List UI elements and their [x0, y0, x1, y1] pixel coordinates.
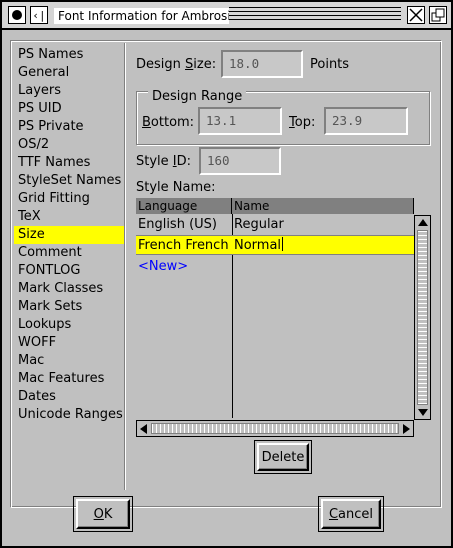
sidebar-item-tex[interactable]: TeX	[14, 208, 126, 226]
sidebar-item-ps-private[interactable]: PS Private	[14, 118, 126, 136]
section-list: PS Names General Layers PS UID PS Private OS/…	[14, 46, 126, 424]
style-id-label-text: Style	[136, 154, 173, 169]
sidebar-item-ps-uid[interactable]: PS UID	[14, 100, 126, 118]
row-name-editor[interactable]: Normal	[234, 236, 412, 256]
ok-mnemonic: O	[93, 506, 104, 522]
sidebar-item-mark-sets[interactable]: Mark Sets	[14, 298, 126, 316]
table-row-new[interactable]: <New>	[136, 257, 414, 277]
ok-label: K	[103, 506, 113, 522]
vertical-scrollbar[interactable]	[414, 215, 431, 420]
cancel-button[interactable]: Cancel	[321, 499, 381, 529]
scroll-right-icon[interactable]	[403, 424, 410, 434]
horizontal-scrollbar[interactable]	[136, 420, 414, 437]
row-language: French French	[138, 238, 229, 253]
sidebar-item-mac-features[interactable]: Mac Features	[14, 370, 126, 388]
sidebar-item-os-2[interactable]: OS/2	[14, 136, 126, 154]
sidebar-item-mark-classes[interactable]: Mark Classes	[14, 280, 126, 298]
sidebar-item-layers[interactable]: Layers	[14, 82, 126, 100]
window-title: Font Information for Ambrosia	[54, 8, 229, 24]
window-close-dot-button[interactable]	[8, 6, 26, 24]
title-bar: ‹| Font Information for Ambrosia	[0, 0, 453, 30]
close-icon	[409, 8, 423, 22]
sidebar-item-general[interactable]: General	[14, 64, 126, 82]
style-name-label: Style Name:	[136, 180, 216, 195]
bottom-mnemonic: B	[142, 115, 151, 130]
style-id-label: Style ID:	[136, 154, 191, 169]
top-label: Top:	[289, 115, 315, 130]
new-row-link[interactable]: <New>	[138, 257, 232, 277]
style-id-label-text-end: D:	[176, 154, 192, 169]
scroll-down-icon[interactable]	[418, 409, 428, 416]
table-row[interactable]: English (US) Regular	[136, 215, 414, 235]
top-label-text: op:	[294, 115, 316, 130]
sidebar-item-dates[interactable]: Dates	[14, 388, 126, 406]
circle-icon	[12, 10, 22, 20]
design-range-title: Design Range	[148, 89, 247, 104]
sidebar-item-styleset-names[interactable]: StyleSet Names	[14, 172, 126, 190]
row-name: Normal	[234, 238, 282, 253]
sidebar-item-mac[interactable]: Mac	[14, 352, 126, 370]
sidebar-item-ps-names[interactable]: PS Names	[14, 46, 126, 64]
sidebar-item-lookups[interactable]: Lookups	[14, 316, 126, 334]
title-bar-drag-area[interactable]	[229, 7, 401, 23]
sidebar-item-comment[interactable]: Comment	[14, 244, 126, 262]
column-header-language[interactable]: Language	[136, 198, 232, 214]
vertical-scroll-track[interactable]	[417, 230, 428, 405]
bottom-label-text: ottom:	[150, 115, 195, 130]
nav-divider	[124, 43, 126, 490]
top-field[interactable]: 23.9	[324, 107, 408, 135]
ok-button[interactable]: OK	[76, 499, 130, 529]
scroll-up-icon[interactable]	[418, 219, 428, 226]
style-id-field[interactable]: 160	[199, 147, 281, 175]
sidebar-item-unicode-ranges[interactable]: Unicode Ranges	[14, 406, 126, 424]
window-menu-icon: ‹|	[32, 8, 46, 22]
row-language: English (US)	[138, 217, 217, 232]
sidebar-item-size[interactable]: Size	[14, 226, 126, 244]
horizontal-scroll-track[interactable]	[151, 423, 399, 434]
sidebar-item-ttf-names[interactable]: TTF Names	[14, 154, 126, 172]
window-close-button[interactable]	[407, 6, 425, 24]
design-size-field[interactable]: 18.0	[221, 50, 303, 78]
sidebar-item-woff[interactable]: WOFF	[14, 334, 126, 352]
style-name-table: Language Name English (US) Regular Frenc…	[136, 198, 414, 420]
design-size-label-text-end: ize:	[193, 57, 217, 72]
column-header-name[interactable]: Name	[232, 198, 414, 214]
cancel-mnemonic: C	[328, 506, 339, 522]
design-size-unit: Points	[310, 57, 350, 72]
window-menu-button[interactable]: ‹|	[30, 6, 48, 24]
bottom-label: Bottom:	[142, 115, 194, 130]
cancel-label: ancel	[338, 506, 374, 522]
row-name: Regular	[234, 217, 284, 232]
sidebar-item-fontlog[interactable]: FONTLOG	[14, 262, 126, 280]
maximize-icon	[431, 8, 445, 22]
delete-button[interactable]: Delete	[257, 443, 309, 471]
design-size-label: Design Size:	[136, 57, 216, 72]
window-maximize-button[interactable]	[429, 6, 447, 24]
text-cursor	[282, 237, 284, 251]
sidebar-item-grid-fitting[interactable]: Grid Fitting	[14, 190, 126, 208]
design-size-label-text: Design	[136, 57, 186, 72]
table-row-selected[interactable]: French French Normal	[136, 235, 414, 255]
scroll-left-icon[interactable]	[140, 424, 147, 434]
font-info-dialog: PS Names General Layers PS UID PS Private OS/…	[2, 30, 451, 546]
bottom-field[interactable]: 13.1	[198, 107, 282, 135]
